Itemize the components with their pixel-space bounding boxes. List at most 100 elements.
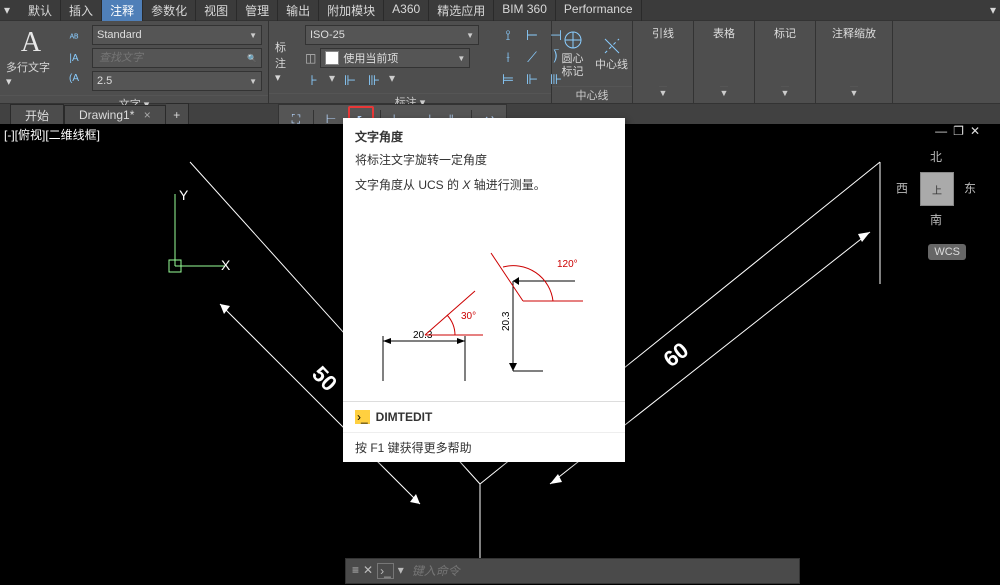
help-icon[interactable]: ▾	[990, 3, 996, 17]
tab-insert[interactable]: 插入	[61, 0, 102, 21]
dim-inspect-icon[interactable]: ⊩	[523, 70, 541, 88]
letter-a-icon: A	[21, 29, 41, 57]
ribbon-panel-dimension: 标注▾ ISO-25 ▼ ◫ 使用当前项 ▼ ⊦▾ ⊩	[269, 21, 552, 103]
menu-bar: ▾ 默认 插入 注释 参数化 视图 管理 输出 附加模块 A360 精选应用 B…	[0, 0, 1000, 20]
cmd-icons: ≡ ✕ ›_ ▾	[352, 563, 404, 579]
ribbon-panel-leader: 引线 ▼	[633, 21, 694, 103]
dim-style-combo[interactable]: ISO-25 ▼	[305, 25, 479, 45]
dim-tools-row3: ⊦▾ ⊩ ⊪▾	[305, 71, 479, 89]
dropdown-icon: ▼	[457, 54, 465, 63]
text-style-controls: Standard ▼ 🔍 2.5 ▼	[92, 25, 262, 91]
text-height-value: 2.5	[97, 75, 112, 87]
search-icon: 🔍	[247, 54, 257, 63]
find-text-input[interactable]: 🔍	[92, 48, 262, 68]
tooltip-line2: 文字角度从 UCS 的 X 轴进行测量。	[355, 176, 613, 193]
center-mark-icon	[562, 29, 584, 51]
dim-oblique-icon[interactable]: ⊨	[499, 70, 517, 88]
tab-a360[interactable]: A360	[384, 0, 429, 21]
tab-view[interactable]: 视图	[196, 0, 237, 21]
ribbon-panel-markup: 标记 ▼	[755, 21, 816, 103]
dim-override-icon[interactable]: ⟟	[499, 26, 517, 44]
continue-dim-icon[interactable]: ⊩	[341, 71, 359, 89]
close-icon[interactable]: ×	[144, 108, 151, 122]
center-mark-button[interactable]: 圆心标记	[554, 29, 591, 77]
cmd-expand-icon[interactable]: ▾	[398, 563, 404, 579]
baseline-dim-icon[interactable]: ⊪	[365, 71, 383, 89]
ribbon-panel-table: 表格 ▼	[694, 21, 755, 103]
leader-panel-label: 引线	[652, 25, 674, 41]
dim-jog-icon[interactable]: ⟋	[523, 48, 541, 66]
multiline-text-label: 多行文字 ▾	[6, 59, 56, 88]
tooltip-command: DIMTEDIT	[376, 410, 433, 424]
annoscale-panel-label: 注释缩放	[832, 25, 876, 41]
text-style-name: Standard	[97, 29, 142, 41]
doc-tab-name: Drawing1*	[79, 108, 134, 122]
tab-parametric[interactable]: 参数化	[143, 0, 196, 21]
command-icon: ›_	[355, 410, 370, 424]
cmd-close-icon[interactable]: ✕	[363, 563, 373, 579]
tooltip-dimtedit: 文字角度 将标注文字旋转一定角度 文字角度从 UCS 的 X 轴进行测量。 20…	[343, 118, 625, 462]
expand-icon[interactable]: ▼	[720, 88, 729, 98]
command-line[interactable]: ≡ ✕ ›_ ▾	[345, 558, 800, 584]
tab-featured[interactable]: 精选应用	[429, 0, 494, 21]
centerline-panel-title: 中心线	[552, 86, 632, 103]
dropdown-icon: ▼	[466, 31, 474, 40]
dimension-button[interactable]: 标注▾	[275, 35, 295, 79]
cmd-prompt-icon: ›_	[377, 563, 394, 579]
tab-manage[interactable]: 管理	[237, 0, 278, 21]
markup-panel-label: 标记	[774, 25, 796, 41]
tooltip-line1: 将标注文字旋转一定角度	[355, 151, 613, 168]
dropdown-icon: ▼	[249, 77, 257, 86]
dim-layer-row: ◫ 使用当前项 ▼	[305, 48, 479, 68]
svg-text:20.3: 20.3	[501, 311, 512, 331]
centerline-button[interactable]: 中心线	[593, 35, 630, 71]
find-text-field[interactable]	[97, 51, 257, 65]
ribbon-panel-centerline: 圆心标记 中心线 中心线	[552, 21, 633, 103]
ribbon-panel-text: A 多行文字 ▾ ᴬᴮ |A (A Standard ▼ 🔍 2.5	[0, 21, 269, 103]
dim-layer-label: 使用当前项	[343, 50, 398, 66]
tab-performance[interactable]: Performance	[556, 0, 642, 21]
dim-break-icon[interactable]: ⊢	[523, 26, 541, 44]
multiline-text-button[interactable]: A 多行文字 ▾	[6, 29, 56, 88]
dim-style-name: ISO-25	[310, 29, 345, 41]
tooltip-title: 文字角度	[355, 128, 613, 145]
abc-check-icon[interactable]: ᴬᴮ	[66, 30, 82, 46]
dim-style-controls: ISO-25 ▼ ◫ 使用当前项 ▼ ⊦▾ ⊩ ⊪▾	[305, 25, 479, 89]
cmd-menu-icon[interactable]: ≡	[352, 563, 359, 579]
table-panel-label: 表格	[713, 25, 735, 41]
doc-tab-drawing1[interactable]: Drawing1* ×	[64, 105, 166, 125]
dropdown-icon: ▼	[249, 31, 257, 40]
ribbon-panel-annoscale: 注释缩放 ▼	[816, 21, 893, 103]
expand-icon[interactable]: ▼	[850, 88, 859, 98]
tab-default[interactable]: 默认	[20, 0, 61, 21]
text-attrib-icon[interactable]: (A	[66, 70, 82, 86]
command-input[interactable]	[410, 563, 793, 579]
text-height-combo[interactable]: 2.5 ▼	[92, 71, 262, 91]
tab-addins[interactable]: 附加模块	[319, 0, 384, 21]
tab-annotate[interactable]: 注释	[102, 0, 143, 21]
ribbon: A 多行文字 ▾ ᴬᴮ |A (A Standard ▼ 🔍 2.5	[0, 20, 1000, 104]
tooltip-command-row: ›_ DIMTEDIT	[343, 401, 625, 432]
tooltip-help-text: 按 F1 键获得更多帮助	[355, 441, 472, 455]
linear-dim-icon[interactable]: ⊦	[305, 71, 323, 89]
dim-layer-combo[interactable]: 使用当前项 ▼	[320, 48, 470, 68]
expand-icon[interactable]: ▼	[659, 88, 668, 98]
tooltip-help-row: 按 F1 键获得更多帮助	[343, 432, 625, 462]
layer-color-swatch	[325, 51, 339, 65]
svg-text:30°: 30°	[461, 311, 476, 322]
dimension-label: 标注▾	[275, 39, 295, 84]
dim-space-icon[interactable]: ⟊	[499, 48, 517, 66]
arrow-down-icon[interactable]: ▾	[4, 3, 10, 17]
layers-icon[interactable]: ◫	[305, 51, 316, 65]
svg-text:120°: 120°	[557, 259, 578, 270]
expand-icon[interactable]: ▼	[781, 88, 790, 98]
text-scale-icon[interactable]: |A	[66, 50, 82, 66]
tab-output[interactable]: 输出	[278, 0, 319, 21]
ribbon-tabs: 默认 插入 注释 参数化 视图 管理 输出 附加模块 A360 精选应用 BIM…	[20, 0, 642, 21]
tab-bim360[interactable]: BIM 360	[494, 0, 556, 21]
app-menu-icons: ▾	[4, 3, 10, 17]
text-style-combo[interactable]: Standard ▼	[92, 25, 262, 45]
tooltip-diagram: 20.3 30° 20.3 120°	[343, 211, 625, 401]
text-tool-icons: ᴬᴮ |A (A	[66, 30, 82, 86]
centerline-icon	[601, 35, 623, 57]
